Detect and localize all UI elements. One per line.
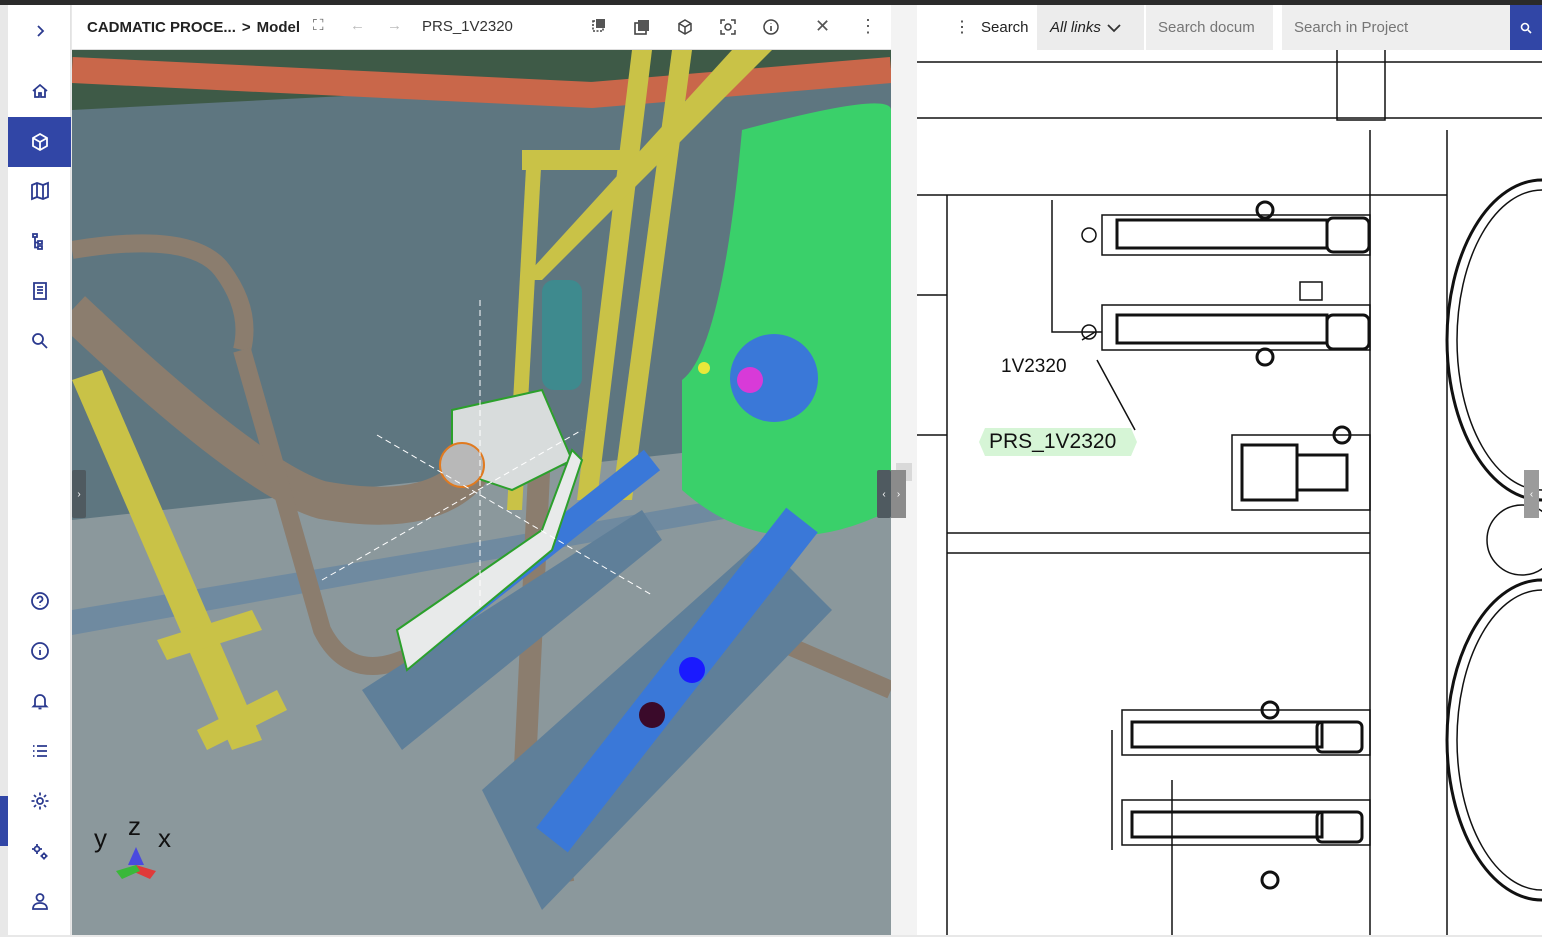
- breadcrumb-root[interactable]: CADMATIC PROCE...: [87, 19, 236, 36]
- drawing-right-panel-toggle[interactable]: ‹: [1524, 470, 1539, 518]
- drawing-more-options-icon[interactable]: ⋮: [954, 17, 970, 37]
- model-3d-viewport[interactable]: › ‹ y z x: [72, 50, 891, 935]
- model-header: CADMATIC PROCE... > Model ⛶ ← → PRS_1V23…: [72, 5, 891, 50]
- model-button[interactable]: [8, 117, 71, 167]
- section-box-icon[interactable]: [633, 18, 651, 36]
- cube-view-icon[interactable]: [676, 18, 694, 36]
- search-project-input[interactable]: [1282, 5, 1510, 50]
- gears-icon: [31, 844, 47, 860]
- breadcrumb-separator: >: [241, 18, 251, 36]
- help-icon: [30, 592, 49, 610]
- search-icon: [31, 333, 48, 349]
- back-arrow-icon[interactable]: ←: [350, 17, 365, 34]
- forward-arrow-icon[interactable]: →: [387, 17, 402, 34]
- chevron-right-icon: [36, 25, 44, 37]
- axis-z-label: z: [128, 811, 141, 841]
- help-button[interactable]: [8, 576, 71, 626]
- notifications-button[interactable]: [8, 676, 71, 726]
- object-title: PRS_1V2320: [422, 18, 513, 35]
- left-navigation-rail: [8, 5, 71, 935]
- info-icon[interactable]: [762, 18, 780, 36]
- bell-icon: [30, 694, 49, 710]
- search-submit-button[interactable]: [1510, 5, 1542, 50]
- model-scene: [72, 50, 891, 935]
- admin-settings-button[interactable]: [8, 827, 71, 877]
- cube-icon: [31, 132, 48, 152]
- hierarchy-button[interactable]: [8, 216, 71, 266]
- gear-icon: [31, 792, 48, 810]
- pane-splitter[interactable]: ›: [891, 5, 917, 935]
- search-label: Search: [981, 19, 1029, 36]
- active-section-marker: [0, 796, 8, 846]
- links-filter-value: All links: [1050, 19, 1101, 36]
- equipment-tag-highlight[interactable]: PRS_1V2320: [979, 428, 1137, 456]
- info-icon: [30, 642, 49, 660]
- right-panel-toggle[interactable]: ‹: [877, 470, 891, 518]
- drawing-canvas: [917, 50, 1542, 935]
- user-icon: [31, 893, 48, 910]
- map-button[interactable]: [8, 166, 71, 216]
- left-panel-toggle[interactable]: ›: [72, 470, 86, 518]
- settings-button[interactable]: [8, 776, 71, 826]
- search-icon: [1520, 22, 1532, 34]
- chevron-down-icon: [1107, 23, 1121, 32]
- clip-box-icon[interactable]: [590, 18, 608, 36]
- drawing-header: ⋮ Search All links: [917, 5, 1542, 50]
- home-button[interactable]: [8, 66, 71, 116]
- equipment-id-label: 1V2320: [1001, 356, 1067, 377]
- links-filter-dropdown[interactable]: All links: [1037, 5, 1144, 50]
- axis-gizmo-icon: [116, 847, 156, 879]
- documents-button[interactable]: [8, 266, 71, 316]
- drawing-viewer[interactable]: 1V2320 PRS_1V2320 ‹: [917, 50, 1542, 935]
- expand-rail-button[interactable]: [8, 6, 71, 56]
- drawing-panel-toggle[interactable]: ›: [891, 470, 906, 518]
- list-button[interactable]: [8, 726, 71, 776]
- fullscreen-icon[interactable]: ⛶: [313, 17, 324, 34]
- more-options-icon[interactable]: ⋮: [859, 16, 877, 37]
- breadcrumb-current: Model: [256, 18, 300, 36]
- axis-indicator: y z x: [94, 811, 184, 885]
- map-icon: [30, 181, 49, 201]
- search-button[interactable]: [8, 316, 71, 366]
- document-icon: [32, 282, 47, 300]
- zoom-to-selection-icon[interactable]: [719, 18, 737, 36]
- search-document-input[interactable]: [1146, 5, 1273, 50]
- account-button[interactable]: [8, 876, 71, 926]
- home-icon: [31, 83, 48, 98]
- tree-icon: [31, 233, 43, 250]
- close-icon[interactable]: ✕: [815, 16, 830, 37]
- info-button[interactable]: [8, 626, 71, 676]
- list-icon: [32, 745, 47, 757]
